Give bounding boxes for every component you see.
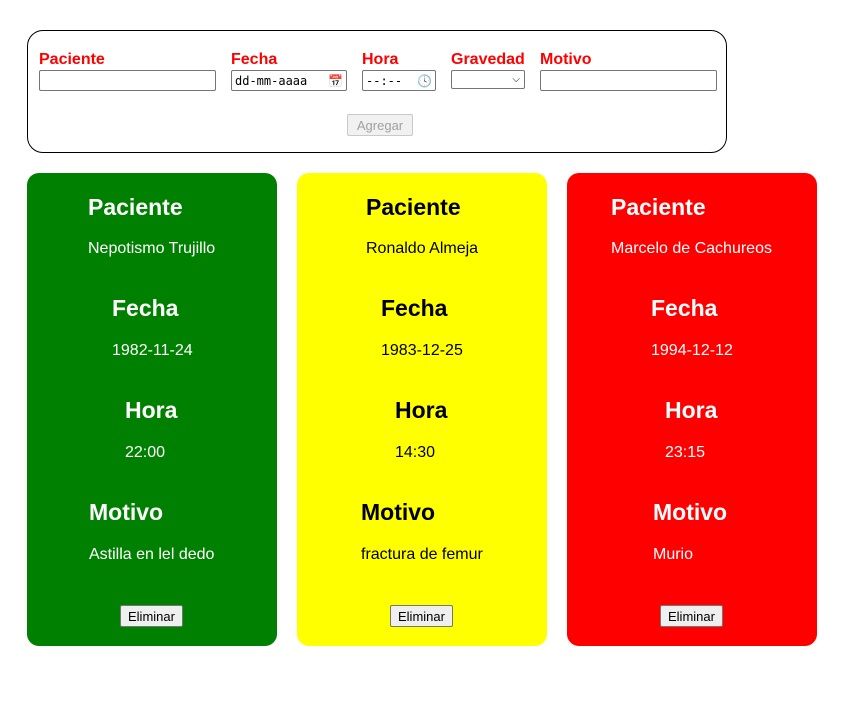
- hora-input[interactable]: --:-- 🕓: [362, 70, 436, 91]
- card-motivo-value: Astilla en lel dedo: [89, 546, 215, 563]
- patient-card: Paciente Marcelo de Cachureos Fecha 1994…: [567, 173, 817, 646]
- card-motivo-title: Motivo: [89, 499, 164, 525]
- gravedad-field: Gravedad ⌵: [451, 51, 525, 89]
- card-paciente-title: Paciente: [611, 194, 706, 220]
- delete-button[interactable]: Eliminar: [120, 605, 183, 627]
- card-paciente-value: Nepotismo Trujillo: [88, 240, 216, 257]
- paciente-field: Paciente: [39, 51, 216, 91]
- fecha-input[interactable]: dd-mm-aaaa 📅: [231, 70, 347, 91]
- chevron-down-icon: ⌵: [512, 74, 520, 85]
- card-motivo-title: Motivo: [653, 499, 728, 525]
- card-fecha-title: Fecha: [381, 295, 448, 321]
- card-hora-title: Hora: [665, 397, 718, 423]
- card-hora-title: Hora: [125, 397, 178, 423]
- clock-icon[interactable]: 🕓: [417, 74, 432, 88]
- gravedad-label: Gravedad: [451, 51, 525, 68]
- patient-card: Paciente Nepotismo Trujillo Fecha 1982-1…: [27, 173, 277, 646]
- fecha-placeholder: dd-mm-aaaa: [235, 73, 308, 88]
- card-paciente-value: Ronaldo Almeja: [366, 240, 479, 257]
- delete-button[interactable]: Eliminar: [390, 605, 453, 627]
- card-motivo-value: fractura de femur: [361, 546, 483, 563]
- hora-placeholder: --:--: [366, 73, 403, 88]
- calendar-icon[interactable]: 📅: [328, 74, 343, 88]
- card-motivo-title: Motivo: [361, 499, 436, 525]
- card-paciente-value: Marcelo de Cachureos: [611, 240, 772, 257]
- motivo-input[interactable]: [540, 70, 717, 91]
- add-button[interactable]: Agregar: [347, 114, 413, 136]
- card-fecha-title: Fecha: [651, 295, 718, 321]
- card-hora-value: 14:30: [395, 444, 436, 461]
- gravedad-select[interactable]: ⌵: [451, 70, 525, 89]
- card-paciente-title: Paciente: [366, 194, 461, 220]
- fecha-label: Fecha: [231, 51, 278, 68]
- fecha-field: Fecha dd-mm-aaaa 📅: [231, 51, 347, 91]
- card-hora-title: Hora: [395, 397, 448, 423]
- card-motivo-value: Murio: [653, 546, 694, 563]
- paciente-input[interactable]: [39, 70, 216, 91]
- card-fecha-title: Fecha: [112, 295, 179, 321]
- hora-field: Hora --:-- 🕓: [362, 51, 436, 91]
- card-hora-value: 23:15: [665, 444, 706, 461]
- paciente-label: Paciente: [39, 51, 105, 68]
- delete-button[interactable]: Eliminar: [660, 605, 723, 627]
- card-fecha-value: 1983-12-25: [381, 342, 463, 359]
- hora-label: Hora: [362, 51, 399, 68]
- patient-card: Paciente Ronaldo Almeja Fecha 1983-12-25…: [297, 173, 547, 646]
- motivo-label: Motivo: [540, 51, 592, 68]
- card-paciente-title: Paciente: [88, 194, 183, 220]
- motivo-field: Motivo: [540, 51, 717, 91]
- card-fecha-value: 1982-11-24: [112, 342, 193, 359]
- card-hora-value: 22:00: [125, 444, 166, 461]
- card-fecha-value: 1994-12-12: [651, 342, 733, 359]
- appointment-form: Paciente Fecha dd-mm-aaaa 📅 Hora --:-- 🕓…: [27, 30, 727, 153]
